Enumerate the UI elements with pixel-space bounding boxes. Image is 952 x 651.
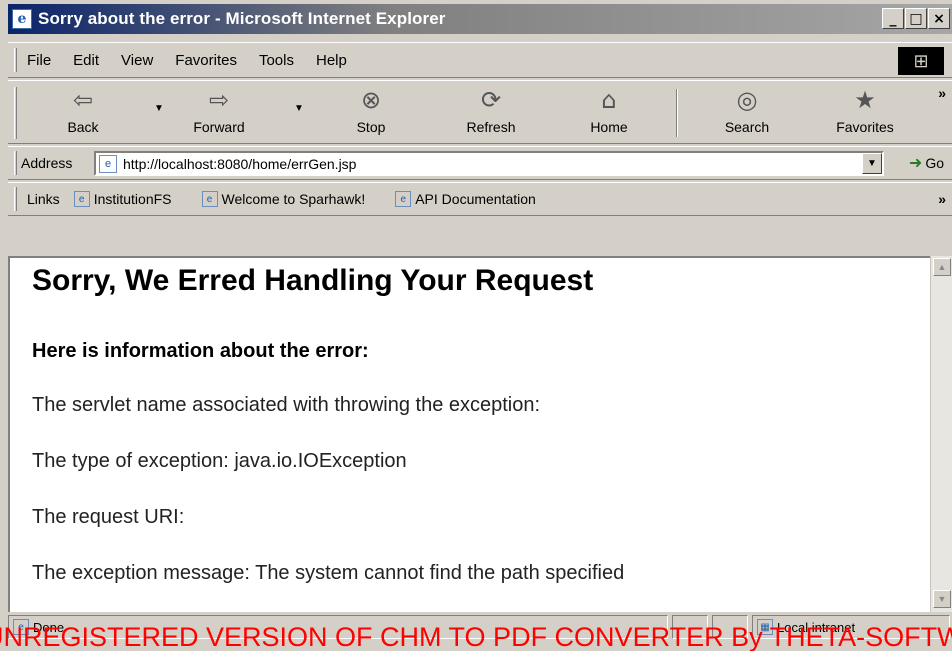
standard-toolbar: ⇦ Back ▼ ⇨ Forward ▼ ⊗ Stop ⟳ Refresh ⌂ … — [8, 80, 952, 144]
links-chevron-icon[interactable]: » — [938, 191, 946, 207]
home-icon: ⌂ — [601, 86, 617, 114]
menu-view[interactable]: View — [121, 52, 153, 69]
search-label: Search — [724, 119, 770, 135]
back-arrow-icon: ⇦ — [72, 86, 94, 114]
menu-tools[interactable]: Tools — [259, 52, 294, 69]
home-label: Home — [590, 119, 628, 135]
window-controls: _ □ × — [882, 8, 950, 29]
menu-help[interactable]: Help — [316, 52, 347, 69]
menu-favorites[interactable]: Favorites — [175, 52, 237, 69]
browser-window: e Sorry about the error - Microsoft Inte… — [0, 0, 952, 651]
link-label: API Documentation — [415, 191, 536, 207]
address-bar-grip[interactable] — [14, 151, 17, 175]
watermark: UNREGISTERED VERSION OF CHM TO PDF CONVE… — [0, 624, 952, 651]
error-exception-type: The type of exception: java.io.IOExcepti… — [32, 450, 407, 472]
toolbar-chevron-icon[interactable]: » — [938, 85, 946, 101]
close-button[interactable]: × — [928, 8, 950, 29]
address-input[interactable]: e http://localhost:8080/home/errGen.jsp … — [94, 151, 884, 176]
search-icon: ◎ — [736, 86, 758, 114]
menu-bar: File Edit View Favorites Tools Help ⊞ — [8, 42, 952, 78]
title-bar: e Sorry about the error - Microsoft Inte… — [8, 4, 952, 34]
link-institutionfs[interactable]: e InstitutionFS — [73, 191, 172, 207]
error-request-uri: The request URI: — [32, 506, 185, 528]
refresh-icon: ⟳ — [480, 86, 502, 114]
home-button[interactable]: ⌂ Home — [564, 83, 654, 141]
favorites-button[interactable]: ★ Favorites — [820, 83, 910, 141]
address-bar: Address e http://localhost:8080/home/err… — [8, 146, 952, 180]
go-label: Go — [925, 155, 944, 171]
go-button[interactable]: ➜ Go — [909, 153, 944, 173]
links-bar: Links e InstitutionFS e Welcome to Sparh… — [8, 182, 952, 216]
toolbar-grip[interactable] — [14, 87, 17, 139]
maximize-button[interactable]: □ — [905, 8, 927, 29]
link-page-icon: e — [201, 191, 218, 207]
address-label: Address — [21, 155, 73, 171]
page-heading: Sorry, We Erred Handling Your Request — [32, 264, 594, 297]
link-page-icon: e — [395, 191, 412, 207]
refresh-label: Refresh — [466, 119, 516, 135]
favorites-label: Favorites — [836, 119, 894, 135]
window-title: Sorry about the error - Microsoft Intern… — [38, 9, 446, 28]
toolbar-separator — [676, 89, 678, 137]
page-icon: e — [99, 154, 117, 173]
stop-icon: ⊗ — [360, 86, 382, 114]
favorites-icon: ★ — [854, 86, 876, 114]
back-dropdown-icon[interactable]: ▼ — [154, 103, 164, 114]
scroll-down-icon[interactable]: ▼ — [933, 590, 951, 608]
back-button[interactable]: ⇦ Back — [38, 83, 128, 141]
links-label: Links — [27, 191, 60, 207]
link-api-documentation[interactable]: e API Documentation — [395, 191, 536, 207]
menu-bar-grip[interactable] — [14, 48, 17, 72]
windows-logo-icon: ⊞ — [898, 47, 944, 75]
scroll-up-icon[interactable]: ▲ — [933, 258, 951, 276]
refresh-button[interactable]: ⟳ Refresh — [446, 83, 536, 141]
search-button[interactable]: ◎ Search — [702, 83, 792, 141]
ie-page-icon: e — [12, 9, 32, 29]
link-welcome-sparhawk[interactable]: e Welcome to Sparhawk! — [201, 191, 366, 207]
forward-arrow-icon: ⇨ — [208, 86, 230, 114]
menu-edit[interactable]: Edit — [73, 52, 99, 69]
forward-dropdown-icon[interactable]: ▼ — [294, 103, 304, 114]
go-arrow-icon: ➜ — [908, 155, 923, 172]
back-label: Back — [67, 119, 99, 135]
links-bar-grip[interactable] — [14, 187, 17, 211]
stop-label: Stop — [356, 119, 386, 135]
link-label: InstitutionFS — [93, 191, 172, 207]
address-url[interactable]: http://localhost:8080/home/errGen.jsp — [123, 156, 356, 172]
page-subheading: Here is information about the error: — [32, 340, 369, 362]
stop-button[interactable]: ⊗ Stop — [326, 83, 416, 141]
forward-button[interactable]: ⇨ Forward — [174, 83, 264, 141]
watermark-text: UNREGISTERED VERSION OF CHM TO PDF CONVE… — [0, 624, 952, 651]
error-servlet-name: The servlet name associated with throwin… — [32, 394, 541, 416]
address-dropdown-icon[interactable]: ▼ — [862, 153, 882, 174]
minimize-button[interactable]: _ — [882, 8, 904, 29]
link-page-icon: e — [73, 191, 90, 207]
forward-label: Forward — [193, 119, 245, 135]
vertical-scrollbar[interactable]: ▲ ▼ — [930, 256, 952, 612]
error-exception-message: The exception message: The system cannot… — [32, 562, 625, 584]
link-label: Welcome to Sparhawk! — [221, 191, 366, 207]
page-content: Sorry, We Erred Handling Your Request He… — [8, 256, 930, 612]
menu-file[interactable]: File — [27, 52, 51, 69]
